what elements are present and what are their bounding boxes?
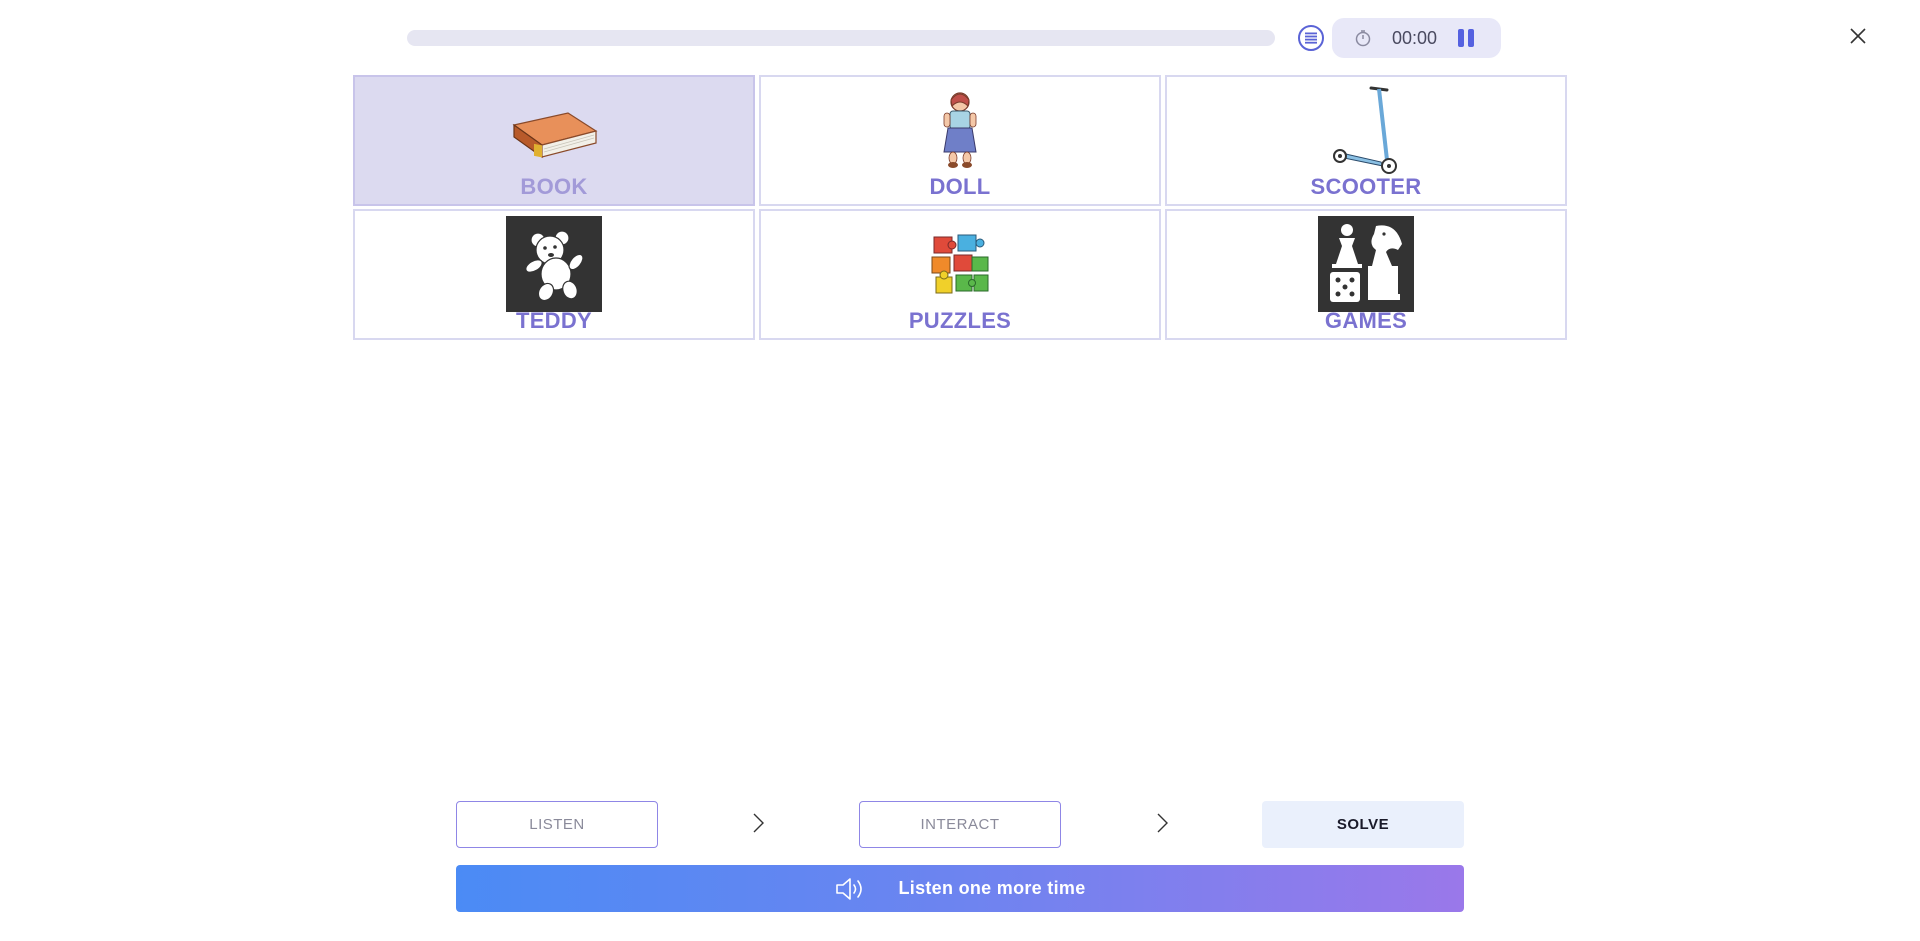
puzzle-pieces-icon [912,216,1008,312]
list-icon[interactable] [1298,25,1324,51]
card-scooter[interactable]: SCOOTER [1165,75,1567,206]
speaker-icon [836,877,863,900]
chevron-right-icon [1157,813,1168,833]
card-book[interactable]: BOOK [353,75,755,206]
picture-grid: BOOK DOLL SCOOTER TEDDY PUZZLES GAMES [353,75,1567,341]
card-label: DOLL [929,174,991,199]
card-label: BOOK [520,174,588,199]
timer-panel: 00:00 [1332,18,1501,58]
step-listen-button[interactable]: LISTEN [456,801,658,848]
doll-icon [912,82,1008,178]
card-puzzles[interactable]: PUZZLES [759,209,1161,340]
close-icon[interactable] [1847,25,1869,47]
stopwatch-icon [1355,30,1371,47]
exercise-screen: 00:00 BOOK DOLL SCOOTER TEDDY PUZZLES GA… [0,0,1920,941]
listen-again-label: Listen one more time [898,878,1086,898]
card-teddy[interactable]: TEDDY [353,209,755,340]
board-games-icon [1318,216,1414,312]
card-label: PUZZLES [908,308,1012,333]
step-interact-button[interactable]: INTERACT [859,801,1061,848]
scooter-icon [1318,82,1414,178]
card-label: TEDDY [515,308,593,333]
book-icon [506,82,602,178]
listen-again-button[interactable]: Listen one more time [456,865,1464,912]
teddy-bear-icon [506,216,602,312]
card-label: GAMES [1324,308,1408,333]
timer-value: 00:00 [1392,28,1438,48]
chevron-right-icon [753,813,764,833]
card-label: SCOOTER [1310,174,1422,199]
step-solve-button[interactable]: SOLVE [1262,801,1464,848]
card-games[interactable]: GAMES [1165,209,1567,340]
progress-bar [407,30,1275,46]
card-doll[interactable]: DOLL [759,75,1161,206]
pause-button[interactable] [1458,29,1476,47]
